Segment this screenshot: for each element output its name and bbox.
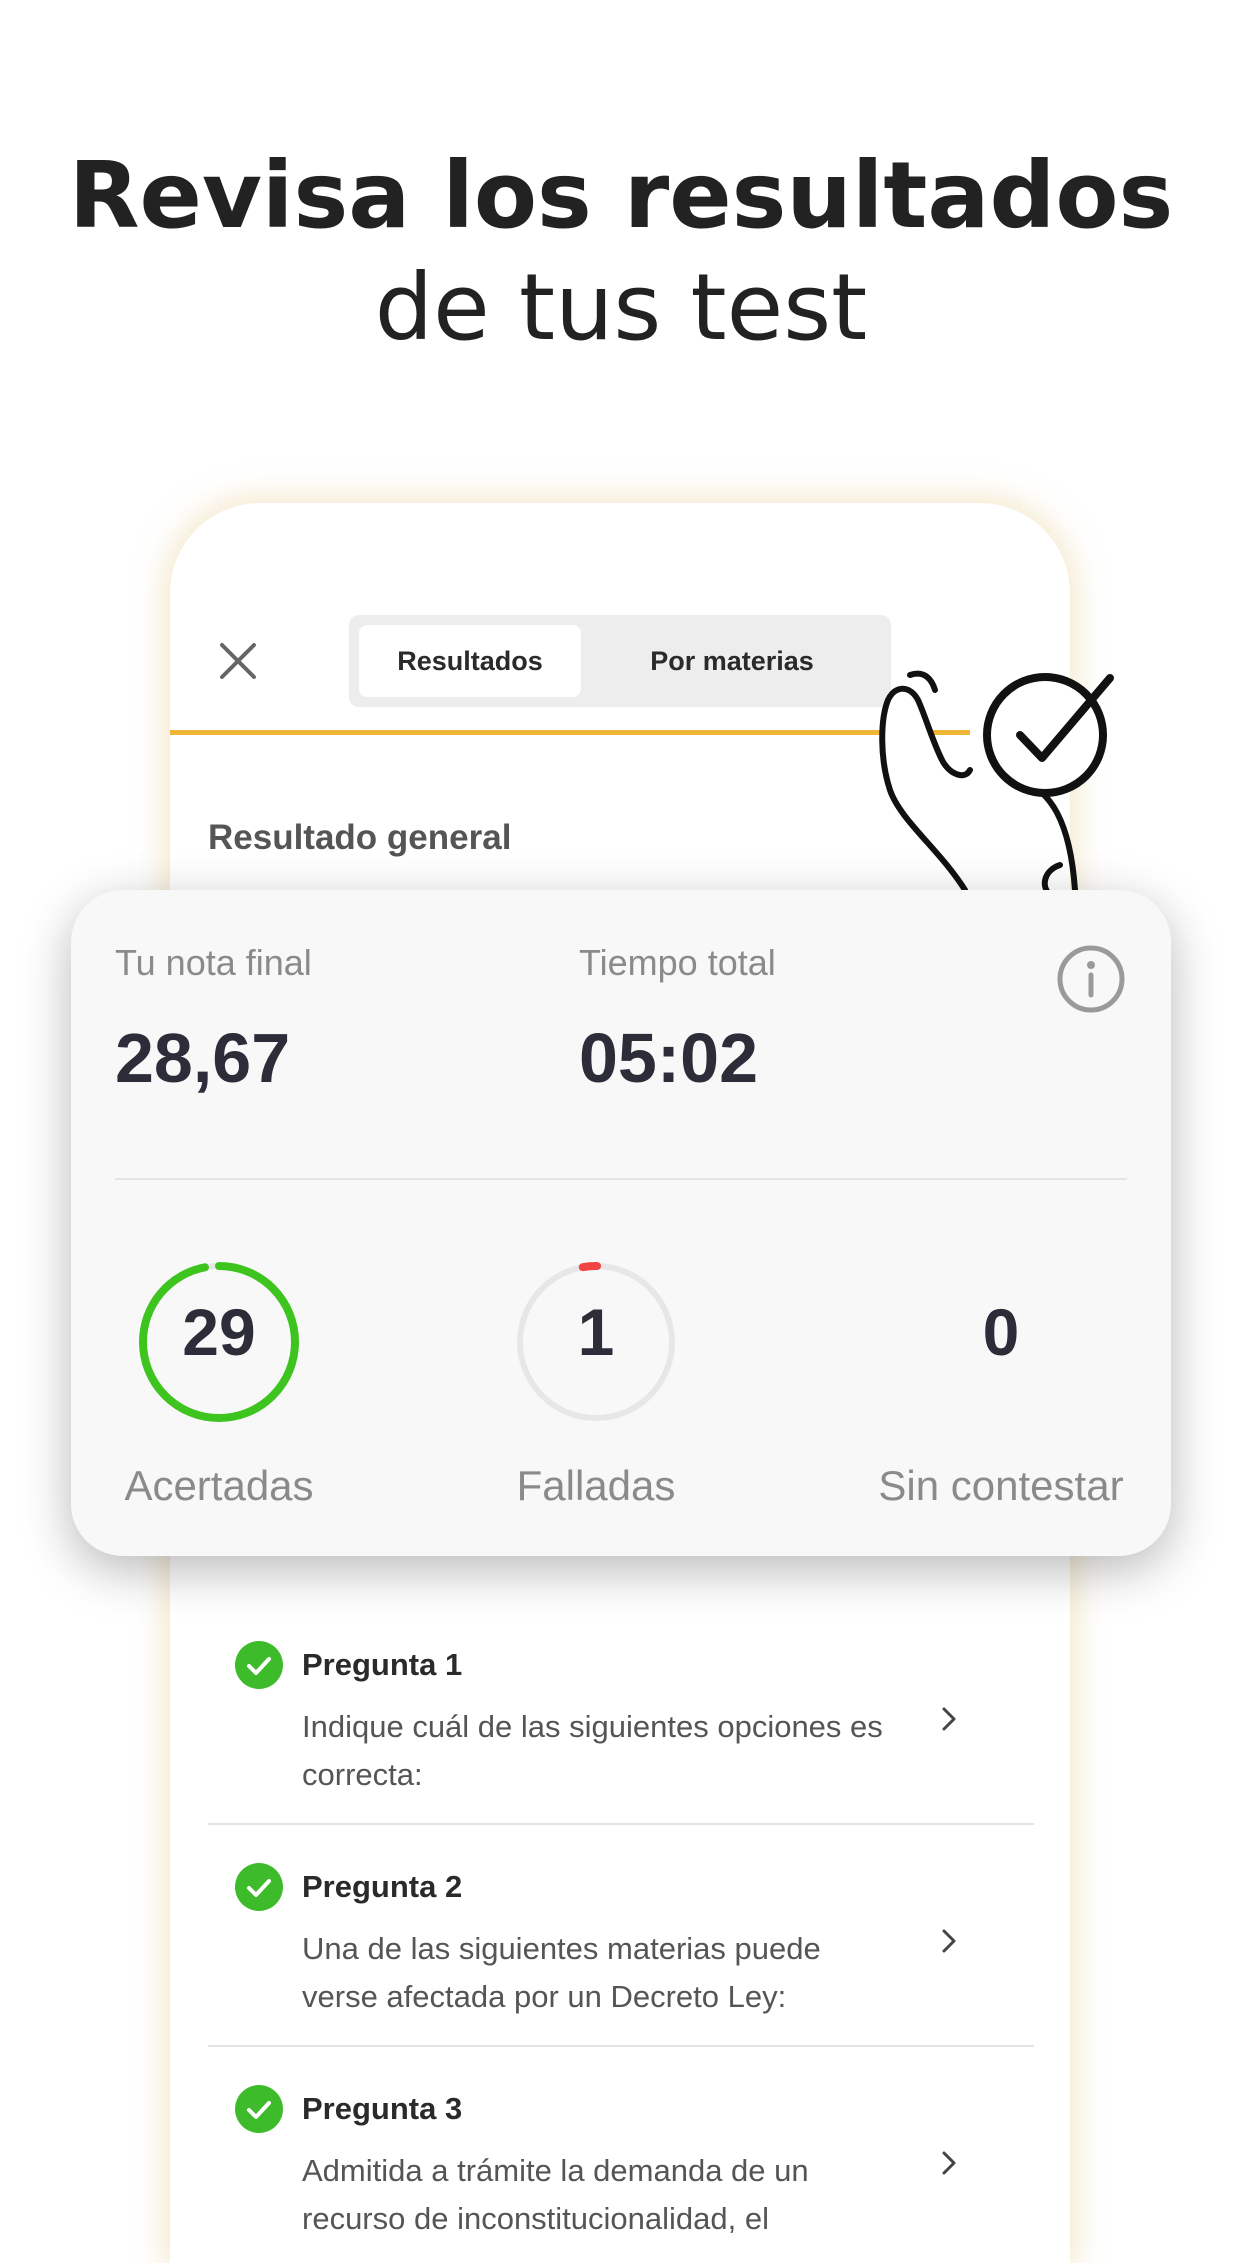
check-circle-icon	[235, 1641, 283, 1689]
question-title: Pregunta 1	[302, 1647, 463, 1682]
progress-bar	[170, 730, 970, 735]
hand-tap-check-icon	[879, 670, 1114, 898]
question-item[interactable]: Pregunta 3 Admitida a trámite la demanda…	[208, 2047, 1034, 2263]
question-text: Admitida a trámite la demanda de un recu…	[302, 2153, 809, 2236]
question-title: Pregunta 2	[302, 1869, 463, 1904]
question-item[interactable]: Pregunta 1 Indique cuál de las siguiente…	[208, 1603, 1034, 1825]
final-grade-value: 28,67	[115, 1019, 291, 1097]
tab-resultados[interactable]: Resultados	[359, 625, 581, 697]
check-circle-icon	[235, 1863, 283, 1911]
chevron-right-icon	[942, 1929, 956, 1953]
section-title: Resultado general	[208, 818, 512, 857]
correct-count: 29	[182, 1295, 256, 1369]
correct-label: Acertadas	[124, 1462, 314, 1509]
close-icon[interactable]	[210, 633, 266, 689]
failed-count: 1	[577, 1295, 615, 1369]
question-text: Una de las siguientes materias puede ver…	[302, 1931, 821, 2014]
question-list: Pregunta 1 Indique cuál de las siguiente…	[208, 1603, 1034, 2263]
unanswered-count: 0	[982, 1295, 1020, 1369]
unanswered-label: Sin contestar	[878, 1462, 1124, 1509]
headline-line-1: Revisa los resultados	[68, 142, 1174, 249]
total-time-label: Tiempo total	[579, 942, 776, 983]
failed-label: Falladas	[516, 1462, 676, 1509]
question-text: Indique cuál de las siguientes opciones …	[302, 1709, 883, 1792]
stat-unanswered: 0 Sin contestar	[851, 1262, 1151, 1522]
chevron-right-icon	[942, 1707, 956, 1731]
final-grade-label: Tu nota final	[115, 942, 312, 983]
divider	[115, 1178, 1127, 1180]
tab-por-materias[interactable]: Por materias	[585, 625, 879, 697]
headline-line-2: de tus test	[374, 254, 868, 361]
promo-headline: Revisa los resultados de tus test	[0, 140, 1242, 364]
check-circle-icon	[235, 2085, 283, 2133]
results-tab-switcher: Resultados Por materias	[349, 615, 891, 707]
stat-correct: 29 Acertadas	[69, 1262, 369, 1522]
info-icon[interactable]	[1055, 943, 1127, 1015]
question-title: Pregunta 3	[302, 2091, 463, 2126]
stat-failed: 1 Falladas	[446, 1262, 746, 1522]
results-summary-card: Tu nota final 28,67 Tiempo total 05:02 2…	[71, 890, 1171, 1556]
total-time-value: 05:02	[579, 1019, 759, 1097]
question-item[interactable]: Pregunta 2 Una de las siguientes materia…	[208, 1825, 1034, 2047]
chevron-right-icon	[942, 2151, 956, 2175]
